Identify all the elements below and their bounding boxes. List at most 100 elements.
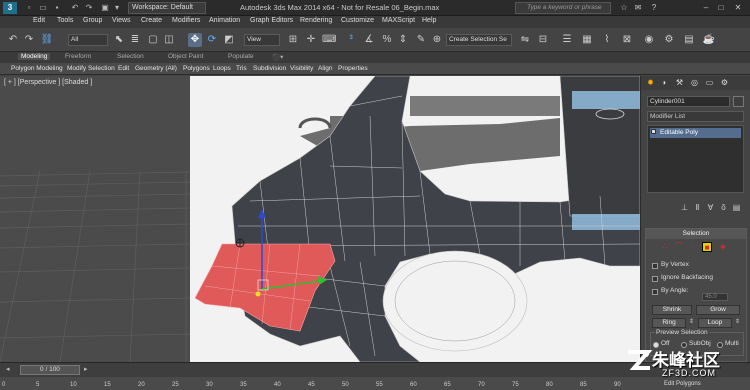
select-and-move-icon[interactable]: ✥ — [188, 33, 202, 47]
menu-graph-editors[interactable]: Graph Editors — [250, 17, 293, 24]
named-selection-icon[interactable]: ⊕ — [430, 33, 444, 47]
display-tab-icon[interactable]: ▭ — [704, 78, 715, 88]
align-icon[interactable]: ⊟ — [536, 33, 550, 47]
material-editor-icon[interactable]: ◉ — [642, 33, 656, 47]
make-unique-icon[interactable]: ∀ — [705, 202, 716, 213]
new-file-icon[interactable]: ▫ — [24, 3, 34, 13]
tab-freeform[interactable]: Freeform — [65, 53, 91, 60]
vertex-mode-icon[interactable]: ∴ — [660, 242, 670, 252]
project-folder-icon[interactable]: ▣ — [100, 3, 110, 13]
select-object-icon[interactable]: ⬉ — [112, 33, 126, 47]
mirror-icon[interactable]: ⇋ — [518, 33, 532, 47]
ribbon-polygons[interactable]: Polygons — [183, 65, 210, 72]
menu-animation[interactable]: Animation — [209, 17, 240, 24]
undo-icon[interactable]: ↶ — [70, 3, 80, 13]
render-setup-icon[interactable]: ⚙ — [662, 33, 676, 47]
create-tab-icon[interactable]: ✹ — [645, 78, 656, 88]
object-name-field[interactable]: Cylinder001 — [647, 96, 730, 107]
quick-access-dropdown-icon[interactable]: ▾ — [112, 3, 122, 13]
ribbon-loops[interactable]: Loops — [213, 65, 231, 72]
modifier-list-dropdown[interactable]: Modifier List — [647, 111, 744, 122]
account-icon[interactable]: ✉ — [632, 2, 644, 13]
help-search-icon[interactable]: ☆ — [618, 2, 630, 13]
ribbon-tris[interactable]: Tris — [236, 65, 247, 72]
app-logo[interactable]: 3 — [3, 2, 17, 14]
polygon-mode-icon[interactable]: ■ — [702, 242, 712, 252]
selection-filter-dropdown[interactable]: All — [68, 34, 108, 46]
redo-icon[interactable]: ↷ — [84, 3, 94, 13]
minimize-button[interactable]: – — [700, 2, 712, 13]
undo-toolbar-icon[interactable]: ↶ — [6, 33, 20, 47]
pin-stack-icon[interactable]: ⊥ — [679, 202, 690, 213]
menu-views[interactable]: Views — [112, 17, 131, 24]
spinner-snap-icon[interactable]: ⇕ — [396, 33, 410, 47]
keyboard-shortcut-icon[interactable]: ⌨ — [322, 33, 336, 47]
border-mode-icon[interactable]: ◌ — [688, 242, 698, 252]
menu-customize[interactable]: Customize — [341, 17, 374, 24]
modify-tab-icon[interactable]: ◗ — [659, 78, 670, 88]
schematic-view-icon[interactable]: ⊠ — [620, 33, 634, 47]
ribbon-properties[interactable]: Properties — [338, 65, 368, 72]
menu-group[interactable]: Group — [83, 17, 102, 24]
tab-modeling[interactable]: Modeling — [18, 53, 51, 60]
workspace-dropdown[interactable]: Workspace: Default — [128, 2, 206, 14]
angle-threshold-input[interactable]: 45.0 — [702, 293, 728, 301]
reference-coordinate-dropdown[interactable]: View — [244, 34, 280, 46]
graphite-toolbar-icon[interactable]: ▦ — [580, 33, 594, 47]
time-next-icon[interactable]: ▸ — [84, 365, 88, 373]
menu-rendering[interactable]: Rendering — [300, 17, 332, 24]
time-slider[interactable]: 0 / 100 — [20, 365, 80, 375]
viewport-label[interactable]: [ + ] [Perspective ] [Shaded ] — [4, 79, 92, 86]
tab-object-paint[interactable]: Object Paint — [168, 53, 203, 60]
menu-help[interactable]: Help — [422, 17, 436, 24]
ribbon-options-icon[interactable]: ⚫▾ — [272, 53, 283, 61]
ribbon-edit[interactable]: Edit — [118, 65, 129, 72]
menu-tools[interactable]: Tools — [57, 17, 73, 24]
angle-snap-icon[interactable]: ∡ — [362, 33, 376, 47]
ring-button[interactable]: Ring — [652, 318, 686, 328]
edge-mode-icon[interactable]: ⌒ — [674, 242, 684, 252]
tab-selection[interactable]: Selection — [117, 53, 144, 60]
rendered-frame-window-icon[interactable]: ▤ — [682, 33, 696, 47]
menu-modifiers[interactable]: Modifiers — [172, 17, 200, 24]
window-crossing-icon[interactable]: ◫ — [162, 33, 176, 47]
ribbon-modify-selection[interactable]: Modify Selection — [67, 65, 115, 72]
menu-create[interactable]: Create — [141, 17, 162, 24]
hierarchy-tab-icon[interactable]: ⚒ — [674, 78, 685, 88]
motion-tab-icon[interactable]: ◎ — [689, 78, 700, 88]
ribbon-subdivision[interactable]: Subdivision — [253, 65, 286, 72]
time-prev-icon[interactable]: ◂ — [6, 365, 10, 373]
element-mode-icon[interactable]: ◈ — [718, 242, 728, 252]
rectangular-selection-icon[interactable]: ▢ — [146, 33, 160, 47]
select-and-rotate-icon[interactable]: ⟳ — [205, 33, 219, 47]
search-input[interactable]: Type a keyword or phrase — [515, 2, 611, 14]
shrink-button[interactable]: Shrink — [652, 305, 692, 315]
perspective-viewport[interactable]: [ + ] [Perspective ] [Shaded ] — [0, 76, 640, 362]
configure-sets-icon[interactable]: ▤ — [731, 202, 742, 213]
ribbon-polygon-modeling[interactable]: Polygon Modeling — [11, 65, 63, 72]
ring-spinner-icon[interactable]: ⇕ — [686, 317, 697, 328]
help-icon[interactable]: ? — [648, 2, 660, 13]
object-color-swatch[interactable] — [733, 96, 744, 107]
grow-button[interactable]: Grow — [696, 305, 740, 315]
layer-manager-icon[interactable]: ☰ — [560, 33, 574, 47]
snaps-toggle-icon[interactable]: ³ — [344, 33, 358, 47]
stack-item-editable-poly[interactable]: Editable Poly — [650, 128, 741, 138]
save-file-icon[interactable]: ▪ — [52, 3, 62, 13]
selection-rollout-header[interactable]: Selection — [646, 229, 746, 239]
utilities-tab-icon[interactable]: ⚙ — [719, 78, 730, 88]
tab-populate[interactable]: Populate — [228, 53, 254, 60]
redo-toolbar-icon[interactable]: ↷ — [22, 33, 36, 47]
loop-spinner-icon[interactable]: ⇕ — [732, 317, 743, 328]
pivot-center-icon[interactable]: ⊞ — [286, 33, 300, 47]
select-and-scale-icon[interactable]: ◩ — [222, 33, 236, 47]
curve-editor-icon[interactable]: ⌇ — [600, 33, 614, 47]
select-and-link-icon[interactable]: ⛓ — [40, 33, 54, 47]
show-end-result-icon[interactable]: Ⅱ — [692, 202, 703, 213]
select-by-name-icon[interactable]: ≣ — [128, 33, 142, 47]
ribbon-align[interactable]: Align — [318, 65, 332, 72]
ignore-backfacing-checkbox[interactable] — [652, 276, 658, 282]
stack-item-bulb-icon[interactable] — [651, 129, 656, 134]
remove-modifier-icon[interactable]: ŏ — [718, 202, 729, 213]
named-selection-set-dropdown[interactable]: Create Selection Se — [446, 34, 512, 46]
